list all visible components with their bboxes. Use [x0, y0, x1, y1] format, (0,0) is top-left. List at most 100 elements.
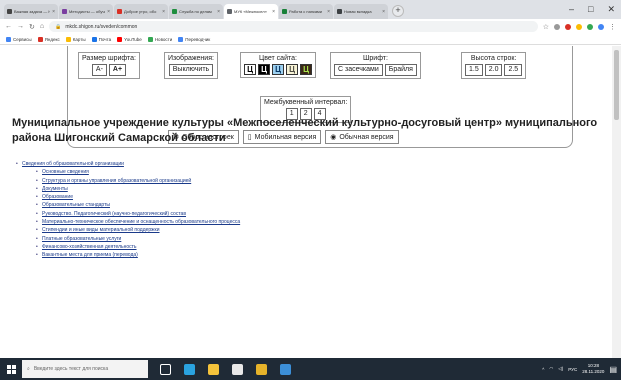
reload-icon[interactable]: ↻: [29, 23, 35, 31]
nav-link[interactable]: Стипендии и иные виды материальной подде…: [42, 227, 160, 233]
bookmark-item[interactable]: Карты: [65, 36, 86, 42]
nav-link[interactable]: Образование: [42, 194, 73, 200]
serif-font-button[interactable]: С засечками: [334, 64, 383, 76]
color-scheme-button[interactable]: Ц: [300, 64, 312, 75]
bookmark-item[interactable]: Яндекс: [37, 36, 60, 42]
extension-icon[interactable]: [598, 23, 604, 30]
nav-item: Финансово-хозяйственная деятельность: [36, 243, 240, 252]
color-scheme-button[interactable]: Ц: [286, 64, 298, 75]
window-controls: – □ ✕: [569, 4, 615, 15]
bookmark-item[interactable]: Новости: [147, 36, 172, 42]
line-height-button[interactable]: 2.5: [504, 64, 523, 76]
nav-item: Документы: [36, 185, 240, 194]
edge-icon[interactable]: [184, 363, 195, 375]
extension-icon[interactable]: [565, 23, 571, 30]
nav-root-link[interactable]: Сведения об образовательной организации: [22, 161, 124, 167]
nav-link[interactable]: Финансово-хозяйственная деятельность: [42, 244, 137, 250]
nav-link[interactable]: Структура и органы управления образовате…: [42, 178, 191, 184]
tab-title: Работа с папками: [289, 9, 323, 14]
font-family-group: Шрифт: С засечками Брайля: [330, 52, 421, 79]
browser-tab[interactable]: Работа с папками ×: [279, 4, 333, 19]
bookmark-item[interactable]: YouTube: [117, 36, 142, 42]
maximize-icon[interactable]: □: [588, 4, 593, 15]
forward-icon[interactable]: →: [17, 23, 24, 30]
color-scheme-button[interactable]: Ц: [272, 64, 284, 75]
extension-icon[interactable]: [554, 23, 560, 30]
close-icon[interactable]: ×: [162, 9, 165, 15]
browser-tab[interactable]: Новая вкладка ×: [334, 4, 388, 19]
nav-link[interactable]: Документы: [42, 186, 68, 192]
volume-icon[interactable]: ◁): [558, 366, 563, 372]
tab-title: Доброе утро, обо: [124, 9, 157, 14]
new-tab-button[interactable]: +: [392, 5, 404, 17]
tab-title: Новая вкладка: [344, 9, 372, 14]
nav-link[interactable]: Основные сведения: [42, 169, 89, 175]
tab-title: МУК «Межпосел»: [234, 9, 267, 14]
font-smaller-button[interactable]: A-: [91, 64, 107, 76]
home-icon[interactable]: ⌂: [40, 23, 44, 30]
back-icon[interactable]: ←: [5, 23, 12, 30]
close-icon[interactable]: ×: [217, 9, 220, 15]
line-height-button[interactable]: 1.5: [465, 64, 483, 76]
nav-link[interactable]: Материально-техническое обеспечение и ос…: [42, 219, 240, 225]
color-scheme-button[interactable]: Ц: [244, 64, 256, 75]
extension-icon[interactable]: [576, 23, 582, 30]
chevron-up-icon[interactable]: ^: [542, 367, 544, 372]
vertical-scrollbar[interactable]: [612, 46, 621, 358]
images-off-button[interactable]: Выключить: [168, 64, 214, 76]
browser-tab[interactable]: Методисты — обучение×: [59, 4, 113, 19]
bookmark-item[interactable]: Почта: [91, 36, 111, 42]
close-icon[interactable]: ×: [52, 9, 55, 15]
app-icon[interactable]: [280, 363, 291, 375]
browser-tab[interactable]: Служба по делам ×: [169, 4, 223, 19]
bookmark-icon: [91, 36, 97, 42]
menu-icon[interactable]: ⋮: [609, 23, 616, 31]
color-scheme-button[interactable]: Ц: [258, 64, 270, 75]
bookmark-icon: [65, 36, 71, 42]
font-larger-button[interactable]: A+: [108, 64, 127, 76]
clock[interactable]: 10:28 28.11.2020: [582, 363, 604, 375]
close-icon[interactable]: ×: [382, 9, 385, 15]
close-icon[interactable]: ×: [272, 9, 275, 15]
notifications-icon[interactable]: ▤: [609, 365, 617, 374]
nav-link[interactable]: Образовательные стандарты: [42, 202, 110, 208]
nav-link[interactable]: Вакантные места для приема (перевода): [42, 252, 138, 258]
bookmark-item[interactable]: Сервисы: [6, 36, 32, 42]
browser-tab-strip: Важная задача — Н×Методисты — обучение×Д…: [0, 0, 621, 19]
task-view-icon[interactable]: [160, 363, 171, 375]
bookmark-item[interactable]: Переводчик: [178, 36, 210, 42]
extension-icon[interactable]: [587, 23, 593, 30]
explorer-icon[interactable]: [208, 363, 219, 375]
close-icon[interactable]: ✕: [607, 4, 615, 15]
browser-tab[interactable]: Важная задача — Н ×: [4, 4, 58, 19]
chrome-icon[interactable]: [256, 363, 267, 375]
browser-tab[interactable]: МУК «Межпосел» ×: [224, 4, 278, 19]
lock-icon: 🔒: [55, 23, 62, 30]
taskbar-search[interactable]: ⌕ Введите здесь текст для поиска: [22, 360, 148, 378]
site-color-label: Цвет сайта:: [259, 55, 297, 62]
nav-subitems: Основные сведения Структура и органы упра…: [36, 168, 240, 260]
site-color-group: Цвет сайта: ЦЦЦЦЦ: [240, 52, 316, 78]
scrollbar-thumb[interactable]: [614, 50, 619, 120]
start-button[interactable]: [0, 358, 22, 380]
line-height-button[interactable]: 2.0: [484, 64, 503, 76]
braille-font-button[interactable]: Брайля: [384, 64, 417, 76]
taskbar: ⌕ Введите здесь текст для поиска ^ ◠ ◁) …: [0, 358, 621, 380]
browser-tab[interactable]: Доброе утро, обо ×: [114, 4, 168, 19]
bookmark-label: Сервисы: [13, 36, 32, 42]
nav-link[interactable]: Платные образовательные услуги: [42, 236, 121, 242]
store-icon[interactable]: [232, 363, 243, 375]
star-icon[interactable]: ☆: [543, 23, 549, 31]
close-icon[interactable]: ×: [107, 9, 110, 15]
nav-link[interactable]: Руководство. Педагогический (научно-педа…: [42, 211, 186, 217]
system-tray: ^ ◠ ◁) РУС 10:28 28.11.2020 ▤: [542, 358, 617, 380]
language-indicator[interactable]: РУС: [568, 367, 577, 372]
line-height-group: Высота строк: 1.5 2.0 2.5: [461, 52, 527, 79]
network-icon[interactable]: ◠: [549, 366, 553, 372]
bookmark-label: Карты: [72, 36, 86, 42]
tab-title: Служба по делам: [179, 9, 212, 14]
minimize-icon[interactable]: –: [569, 4, 574, 15]
url-input[interactable]: 🔒 mkdc.shigon.ru/sveden/common: [49, 21, 538, 32]
nav-item: Структура и органы управления образовате…: [36, 177, 240, 186]
close-icon[interactable]: ×: [327, 9, 330, 15]
